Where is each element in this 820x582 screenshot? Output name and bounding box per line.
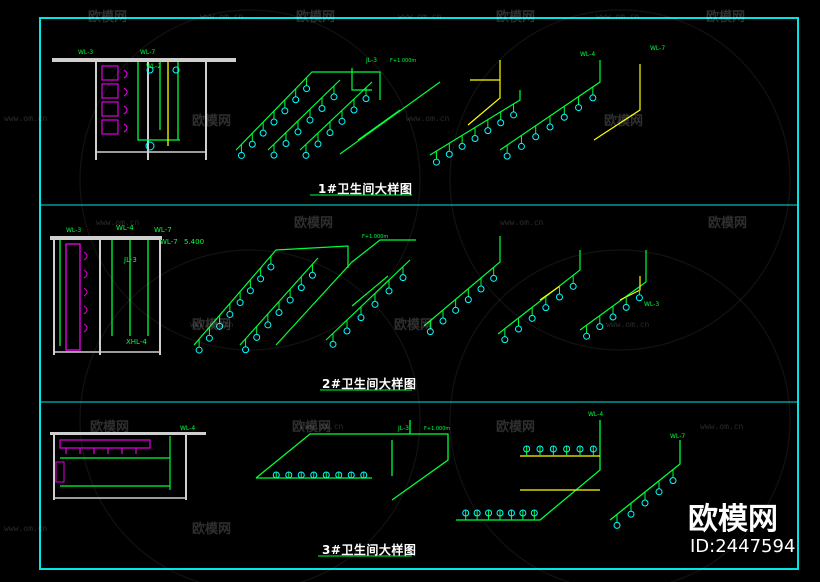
p1-label-wl7: WL-7 (140, 49, 155, 56)
watermark-brand-4: 欧模网 (706, 10, 746, 25)
asset-id: ID:2447594 (690, 536, 796, 557)
p2-label-wl7b: WL-7 (160, 238, 178, 246)
watermark-brand-1: 欧模网 (88, 10, 128, 25)
watermark-brand-6: 欧模网 (604, 114, 644, 129)
watermark-url-12: www.om.cn (4, 524, 48, 533)
watermark-brand-7: 欧模网 (294, 216, 334, 231)
brand-logo-text: 欧模网 (688, 502, 778, 537)
watermark-brand-14: 欧模网 (90, 420, 130, 435)
panel2-title: 2#卫生间大样图 (322, 377, 417, 391)
p1-label-jl3: JL-3 (365, 57, 377, 64)
watermark-brand-10: 欧模网 (394, 318, 434, 333)
watermark-brand-2: 欧模网 (296, 10, 336, 25)
p2-elevation: 5.400 (184, 238, 204, 246)
p1-label-wl3: WL-3 (78, 49, 93, 56)
watermark-url-3: www.om.cn (596, 12, 640, 21)
p1-label-wl4: WL-4 (580, 51, 595, 58)
watermark-url-10: www.om.cn (300, 422, 344, 431)
watermark-url-2: www.om.cn (398, 12, 442, 21)
watermark-brand-3: 欧模网 (496, 10, 536, 25)
p3-label-wl4: WL-4 (180, 425, 195, 432)
p1-floor-mark: F+1.000m (390, 58, 416, 64)
watermark-url-11: www.om.cn (700, 422, 744, 431)
watermark-brand-11: 欧模网 (496, 420, 536, 435)
p2-label-wl3: WL-3 (66, 227, 81, 234)
p2-label-jl3: JL-3 (123, 256, 137, 264)
p3-label-wl7: WL-7 (670, 433, 685, 440)
watermark-url-4: www.om.cn (4, 114, 48, 123)
watermark-url-8: www.om.cn (190, 320, 234, 329)
p2-label-xhl4: XHL-4 (126, 338, 147, 346)
watermark-url-5: www.om.cn (406, 114, 450, 123)
p2-label-wl3b: WL-3 (644, 301, 659, 308)
watermark-url-6: www.om.cn (96, 218, 140, 227)
watermark-brand-13: 欧模网 (192, 522, 232, 537)
watermark-url-7: www.om.cn (500, 218, 544, 227)
watermark-brand-5: 欧模网 (192, 114, 232, 129)
p2-label-wl7: WL-7 (154, 226, 172, 234)
watermark-url-9: www.om.cn (606, 320, 650, 329)
p3-floor-mark: F+1.000m (424, 426, 450, 432)
p2-floor-mark: F+1.000m (362, 234, 388, 240)
p3-label-wl4b: WL-4 (588, 411, 603, 418)
panel3-title: 3#卫生间大样图 (322, 543, 417, 557)
watermark-brand-8: 欧模网 (708, 216, 748, 231)
p3-label-jl3: JL-3 (397, 425, 409, 432)
watermark-url-1: www.om.cn (200, 12, 244, 21)
panel1-title: 1#卫生间大样图 (318, 182, 413, 196)
p1-label-wl7b: WL-7 (650, 45, 665, 52)
p1-label-wl2: WL-2 (146, 63, 161, 70)
